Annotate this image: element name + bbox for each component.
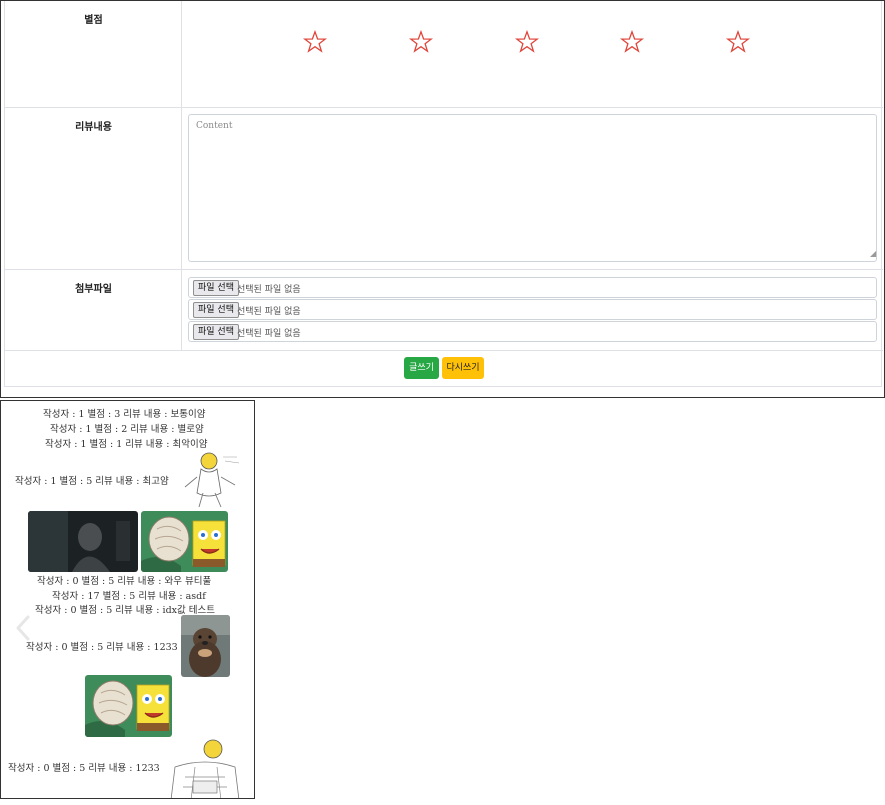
- review-item: 작성자 : 1 별점 : 2 리뷰 내용 : 별로얌: [50, 424, 204, 435]
- review-image-dark-scene: [28, 511, 138, 572]
- review-image-cartoon: [179, 449, 243, 509]
- review-list-panel: 작성자 : 1 별점 : 3 리뷰 내용 : 보통이얌 작성자 : 1 별점 :…: [0, 400, 255, 799]
- file-input-3[interactable]: 파일 선택 선택된 파일 없음: [188, 321, 877, 342]
- rating-label: 별점: [84, 15, 103, 26]
- review-image-cartoon: [165, 737, 245, 798]
- file-status-text: 선택된 파일 없음: [237, 285, 301, 295]
- files-label: 첨부파일: [75, 284, 112, 295]
- files-label-cell: 첨부파일: [5, 270, 182, 350]
- content-label-cell: 리뷰내용: [5, 108, 182, 269]
- file-select-button[interactable]: 파일 선택: [193, 280, 239, 296]
- review-item: 작성자 : 0 별점 : 5 리뷰 내용 : 와우 뷰티풀: [37, 576, 212, 587]
- actions-row: 글쓰기 다시쓰기: [5, 351, 883, 387]
- rating-row: 별점: [5, 1, 883, 108]
- chevron-left-icon[interactable]: [14, 614, 32, 642]
- review-item: 작성자 : 0 별점 : 5 리뷰 내용 : idx값 테스트: [35, 605, 215, 616]
- file-input-1[interactable]: 파일 선택 선택된 파일 없음: [188, 277, 877, 298]
- reset-button[interactable]: 다시쓰기: [442, 357, 484, 379]
- file-select-button[interactable]: 파일 선택: [193, 324, 239, 340]
- files-row: 첨부파일 파일 선택 선택된 파일 없음 파일 선택 선택된 파일 없음 파일 …: [5, 270, 883, 351]
- star-3-icon[interactable]: [515, 30, 539, 54]
- review-form-table: 별점 리뷰내용 ◢: [4, 1, 883, 387]
- content-textarea[interactable]: [188, 114, 877, 262]
- review-item: 작성자 : 1 별점 : 1 리뷰 내용 : 최악이얌: [45, 439, 208, 450]
- file-status-text: 선택된 파일 없음: [237, 307, 301, 317]
- star-1-icon[interactable]: [303, 30, 327, 54]
- review-item: 작성자 : 0 별점 : 5 리뷰 내용 : 1233: [8, 763, 160, 774]
- file-status-text: 선택된 파일 없음: [237, 329, 301, 339]
- content-row: 리뷰내용 ◢: [5, 108, 883, 270]
- star-5-icon[interactable]: [726, 30, 750, 54]
- review-item: 작성자 : 1 별점 : 5 리뷰 내용 : 최고얌: [15, 476, 169, 487]
- content-label: 리뷰내용: [75, 122, 112, 133]
- review-image-sponge: [85, 675, 172, 737]
- rating-label-cell: 별점: [5, 1, 182, 107]
- review-item: 작성자 : 0 별점 : 5 리뷰 내용 : 1233: [26, 642, 178, 653]
- submit-button[interactable]: 글쓰기: [404, 357, 439, 379]
- review-item: 작성자 : 17 별점 : 5 리뷰 내용 : asdf: [52, 591, 206, 602]
- star-2-icon[interactable]: [409, 30, 433, 54]
- file-select-button[interactable]: 파일 선택: [193, 302, 239, 318]
- review-image-otter: [181, 615, 230, 677]
- resize-grip-icon[interactable]: ◢: [870, 250, 876, 258]
- review-image-sponge: [141, 511, 228, 572]
- review-item: 작성자 : 1 별점 : 3 리뷰 내용 : 보통이얌: [43, 409, 206, 420]
- file-input-2[interactable]: 파일 선택 선택된 파일 없음: [188, 299, 877, 320]
- star-4-icon[interactable]: [620, 30, 644, 54]
- review-form-panel: 별점 리뷰내용 ◢: [0, 0, 885, 398]
